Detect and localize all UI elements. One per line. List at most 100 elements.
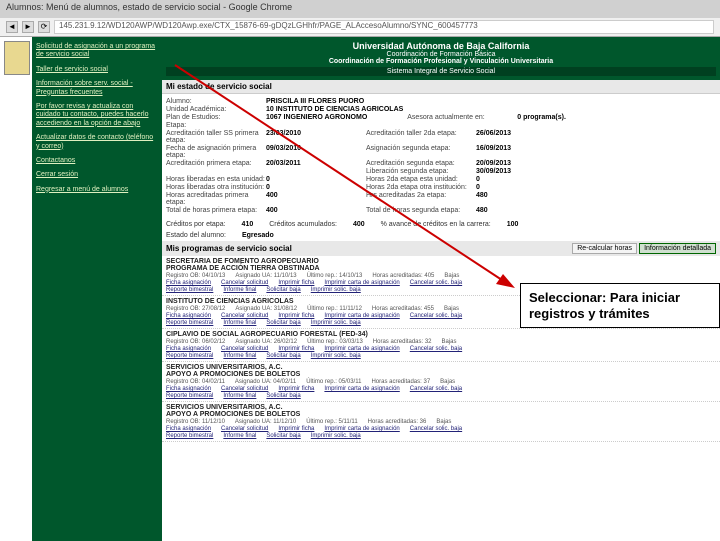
programa-link[interactable]: Cancelar solic. baja xyxy=(410,426,462,432)
row-label2: Hrs acreditadas 2a etapa: xyxy=(366,192,476,206)
status-label: Estado del alumno: xyxy=(166,232,226,239)
programa-link[interactable]: Imprimir ficha xyxy=(278,280,314,286)
programa-link[interactable]: Reporte bimestral xyxy=(166,353,213,359)
programa-link[interactable]: Cancelar solic. baja xyxy=(410,280,462,286)
programa-link[interactable]: Informe final xyxy=(223,287,256,293)
sidebar-link-4[interactable]: Actualizar datos de contacto (teléfono y… xyxy=(36,134,158,151)
status-value: Egresado xyxy=(242,232,274,239)
row-label2: Horas 2da etapa otra institución: xyxy=(366,184,476,191)
programa-link[interactable]: Imprimir carta de asignación xyxy=(324,426,399,432)
programa-link[interactable]: Imprimir solic. baja xyxy=(311,287,361,293)
avance-value: 100 xyxy=(507,221,519,228)
row-value2: 480 xyxy=(476,192,488,206)
programas-header: Mis programas de servicio social Re-calc… xyxy=(162,241,720,256)
programa-link[interactable]: Imprimir solic. baja xyxy=(311,320,361,326)
uabc-logo xyxy=(4,41,30,75)
programa-link[interactable]: Ficha asignación xyxy=(166,386,211,392)
address-bar[interactable]: 145.231.9.12/WD120AWP/WD120Awp.exe/CTX_1… xyxy=(54,20,714,34)
row-label xyxy=(166,168,266,175)
programa-org: SERVICIOS UNIVERSITARIOS, A.C. xyxy=(166,364,716,371)
programa-link[interactable]: Imprimir carta de asignación xyxy=(324,346,399,352)
reg-text: Registro OB: 06/02/12 xyxy=(166,339,225,345)
sidebar-link-7[interactable]: Regresar a menú de alumnos xyxy=(36,186,158,194)
forward-button[interactable]: ► xyxy=(22,21,34,33)
row-label2: Acreditación taller 2da etapa: xyxy=(366,130,476,144)
row-label: Acreditación primera etapa: xyxy=(166,160,266,167)
row-label: Total de horas primera etapa: xyxy=(166,207,266,214)
row-value: 23/03/2010 xyxy=(266,130,366,144)
programa-link[interactable]: Cancelar solic. baja xyxy=(410,313,462,319)
sidebar-link-5[interactable]: Contactanos xyxy=(36,157,158,165)
programa-link[interactable]: Imprimir ficha xyxy=(278,346,314,352)
programa-link[interactable]: Imprimir solic. baja xyxy=(311,353,361,359)
programa-link[interactable]: Reporte bimestral xyxy=(166,433,213,439)
sidebar: Solicitud de asignación a un programa de… xyxy=(32,37,162,541)
programa-link[interactable]: Informe final xyxy=(223,393,256,399)
sidebar-link-0[interactable]: Solicitud de asignación a un programa de… xyxy=(36,43,158,60)
page-header: Universidad Autónoma de Baja California … xyxy=(162,37,720,80)
programa-link[interactable]: Solicitar baja xyxy=(266,287,300,293)
programa-org: SERVICIOS UNIVERSITARIOS, A.C. xyxy=(166,404,716,411)
programa-link[interactable]: Imprimir ficha xyxy=(278,386,314,392)
programa-link[interactable]: Reporte bimestral xyxy=(166,393,213,399)
programa-link[interactable]: Informe final xyxy=(223,320,256,326)
programa-link[interactable]: Imprimir carta de asignación xyxy=(324,386,399,392)
reg-text: Registro OB: 11/12/10 xyxy=(166,419,225,425)
programa-link[interactable]: Imprimir ficha xyxy=(278,426,314,432)
programa-link[interactable]: Ficha asignación xyxy=(166,346,211,352)
programa-link[interactable]: Solicitar baja xyxy=(266,320,300,326)
baja-text: Bajas xyxy=(444,306,459,312)
asesora-label: Asesora actualmente en: xyxy=(407,114,517,121)
programa-link[interactable]: Ficha asignación xyxy=(166,280,211,286)
programa-link[interactable]: Imprimir ficha xyxy=(278,313,314,319)
programa-item: SERVICIOS UNIVERSITARIOS, A.C.APOYO A PR… xyxy=(162,402,720,442)
sidebar-link-6[interactable]: Cerrar sesión xyxy=(36,171,158,179)
programa-link[interactable]: Imprimir solic. baja xyxy=(311,433,361,439)
programa-link[interactable]: Cancelar solicitud xyxy=(221,280,268,286)
programa-link[interactable]: Cancelar solicitud xyxy=(221,426,268,432)
baja-text: Bajas xyxy=(436,419,451,425)
cred-acum-value: 400 xyxy=(353,221,365,228)
ult-text: Último rep.: 11/11/12 xyxy=(307,306,362,312)
asig-text: Asignado UA: 31/08/12 xyxy=(235,306,297,312)
browser-tab[interactable]: Alumnos: Menú de alumnos, estado de serv… xyxy=(0,0,720,18)
programa-link[interactable]: Solicitar baja xyxy=(266,393,300,399)
programa-link[interactable]: Cancelar solic. baja xyxy=(410,346,462,352)
programa-link[interactable]: Cancelar solicitud xyxy=(221,313,268,319)
programa-link[interactable]: Cancelar solicitud xyxy=(221,346,268,352)
programa-link[interactable]: Informe final xyxy=(223,353,256,359)
carrera-value: 1067 INGENIERO AGRONOMO xyxy=(266,114,367,121)
programa-link[interactable]: Imprimir carta de asignación xyxy=(324,280,399,286)
back-button[interactable]: ◄ xyxy=(6,21,18,33)
reload-button[interactable]: ⟳ xyxy=(38,21,50,33)
programa-link[interactable]: Cancelar solicitud xyxy=(221,386,268,392)
row-value2: 30/09/2013 xyxy=(476,168,511,175)
programa-link[interactable]: Informe final xyxy=(223,433,256,439)
programa-link[interactable]: Ficha asignación xyxy=(166,313,211,319)
cred-etapa-label: Créditos por etapa: xyxy=(166,221,226,228)
programa-link[interactable]: Reporte bimestral xyxy=(166,287,213,293)
programa-link[interactable]: Imprimir carta de asignación xyxy=(324,313,399,319)
programa-link[interactable]: Cancelar solic. baja xyxy=(410,386,462,392)
sidebar-link-1[interactable]: Taller de servicio social xyxy=(36,66,158,74)
row-label2: Horas 2da etapa esta unidad: xyxy=(366,176,476,183)
sidebar-link-3[interactable]: Por favor revisa y actualiza con cuidado… xyxy=(36,103,158,128)
programa-link[interactable]: Reporte bimestral xyxy=(166,320,213,326)
row-value: 0 xyxy=(266,176,366,183)
info-detallada-button[interactable]: Información detallada xyxy=(639,243,716,254)
sidebar-link-2[interactable]: Información sobre serv. social - Pregunt… xyxy=(36,80,158,97)
row-value: 20/03/2011 xyxy=(266,160,366,167)
programa-link[interactable]: Ficha asignación xyxy=(166,426,211,432)
logo-column xyxy=(0,37,32,541)
programa-link[interactable]: Solicitar baja xyxy=(266,353,300,359)
ult-text: Último rep.: 14/10/13 xyxy=(307,273,363,279)
programa-nombre: APOYO A PROMOCIONES DE BOLETOS xyxy=(166,411,716,418)
recalcular-button[interactable]: Re-calcular horas xyxy=(572,243,637,254)
reg-text: Registro OB: 04/10/13 xyxy=(166,273,225,279)
row-value xyxy=(266,168,366,175)
row-value2: 16/09/2013 xyxy=(476,145,511,159)
programa-nombre: PROGRAMA DE ACCIÓN TIERRA OBSTINADA xyxy=(166,265,716,272)
row-label: Acreditación taller SS primera etapa: xyxy=(166,130,266,144)
programa-link[interactable]: Solicitar baja xyxy=(266,433,300,439)
row-value2: 0 xyxy=(476,176,480,183)
